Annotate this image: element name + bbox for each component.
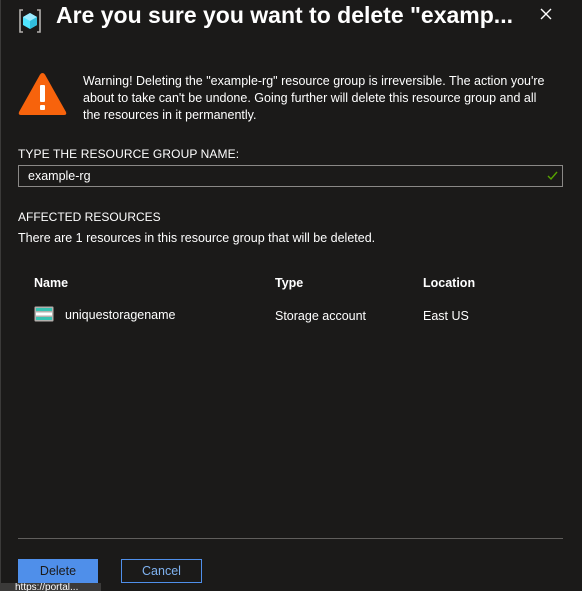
warning-icon bbox=[18, 73, 67, 115]
footer-divider bbox=[18, 538, 563, 539]
column-header-location: Location bbox=[423, 276, 476, 290]
cancel-button[interactable]: Cancel bbox=[121, 559, 202, 583]
delete-resource-group-dialog: Are you sure you want to delete "examp..… bbox=[0, 0, 582, 591]
resource-type: Storage account bbox=[275, 309, 367, 323]
delete-button[interactable]: Delete bbox=[18, 559, 98, 583]
resource-group-name-input[interactable] bbox=[19, 166, 539, 186]
column-header-type: Type bbox=[275, 276, 304, 290]
affected-resources-description: There are 1 resources in this resource g… bbox=[18, 231, 376, 245]
storage-account-icon bbox=[34, 306, 54, 322]
affected-resources-heading: AFFECTED RESOURCES bbox=[18, 210, 161, 224]
resource-group-icon bbox=[19, 9, 41, 33]
resource-name: uniquestoragename bbox=[65, 308, 176, 322]
resource-group-name-field[interactable] bbox=[18, 165, 563, 187]
warning-message: Warning! Deleting the "example-rg" resou… bbox=[83, 74, 545, 122]
resource-location: East US bbox=[423, 309, 469, 323]
resource-group-name-label: TYPE THE RESOURCE GROUP NAME: bbox=[18, 147, 240, 161]
checkmark-icon bbox=[547, 171, 558, 181]
status-tooltip: https://portal... bbox=[1, 583, 101, 591]
dialog-header: Are you sure you want to delete "examp..… bbox=[1, 0, 582, 34]
column-header-name: Name bbox=[34, 276, 69, 290]
dialog-title: Are you sure you want to delete "examp..… bbox=[56, 2, 513, 28]
close-icon[interactable] bbox=[535, 3, 557, 25]
